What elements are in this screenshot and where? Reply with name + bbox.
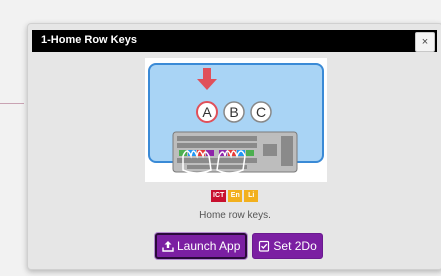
badge-li: Li [244,190,259,202]
letter-circle-c: C [250,101,272,123]
badge-en: En [228,190,243,202]
upload-icon [162,241,174,252]
close-button[interactable]: × [415,32,435,52]
checklist-icon [259,240,270,252]
launch-app-button[interactable]: Launch App [155,233,248,259]
subject-badges: ICT En Li [211,190,259,202]
letter-circle-a: A [196,101,218,123]
app-dialog: 1-Home Row Keys × A B C ICT En Li Home r… [27,23,441,270]
dialog-title: 1-Home Row Keys [41,34,137,46]
app-caption: Home row keys. [199,210,271,221]
launch-app-label: Launch App [177,239,241,253]
svg-text:A: A [202,104,212,120]
badge-ict: ICT [211,190,227,202]
action-buttons: Launch App Set 2Do [155,233,323,259]
set-2do-label: Set 2Do [273,239,317,253]
keyboard-illustration [172,131,298,174]
svg-text:B: B [229,104,238,120]
close-icon: × [421,36,429,48]
background-divider [0,103,24,104]
dialog-titlebar: 1-Home Row Keys × [32,30,437,52]
letter-circle-b: B [223,101,245,123]
set-2do-button[interactable]: Set 2Do [252,233,323,259]
svg-text:C: C [256,104,266,120]
app-thumbnail: A B C [145,58,327,182]
